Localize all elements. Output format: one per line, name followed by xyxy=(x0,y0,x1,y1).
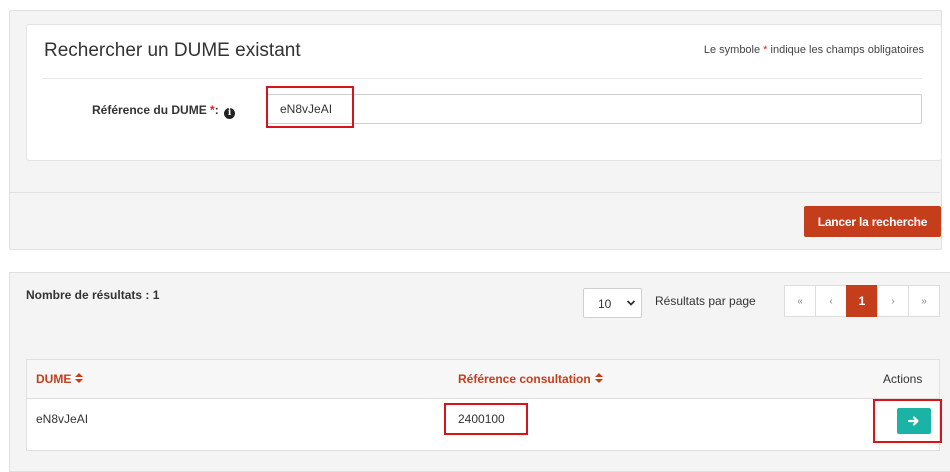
column-header-actions: Actions xyxy=(883,372,923,386)
chevron-down-icon xyxy=(626,296,636,313)
dume-reference-label: Référence du DUME *: i xyxy=(92,103,236,119)
table-header-divider xyxy=(27,398,939,399)
result-count: Nombre de résultats : 1 xyxy=(26,288,160,302)
search-title: Rechercher un DUME existant xyxy=(44,40,301,61)
first-page-button[interactable]: « xyxy=(784,285,816,317)
next-page-button[interactable]: › xyxy=(877,285,909,317)
arrow-right-icon xyxy=(908,415,920,427)
table-cell-reference: 2400100 xyxy=(458,412,505,426)
table-cell-dume: eN8vJeAI xyxy=(36,412,89,426)
prev-page-button[interactable]: ‹ xyxy=(815,285,847,317)
pagination: « ‹ 1 › » xyxy=(784,285,940,317)
open-dume-button[interactable] xyxy=(897,408,931,434)
search-button[interactable]: Lancer la recherche xyxy=(804,206,941,237)
per-page-select[interactable]: 10 xyxy=(583,288,642,318)
column-header-dume[interactable]: DUME xyxy=(36,372,84,386)
info-icon[interactable]: i xyxy=(224,108,236,119)
required-fields-note: Le symbole * indique les champs obligato… xyxy=(703,44,924,56)
dume-reference-input[interactable] xyxy=(266,94,922,124)
per-page-label: Résultats par page xyxy=(655,294,756,308)
per-page-value: 10 xyxy=(598,297,612,311)
sort-icon[interactable] xyxy=(75,373,84,385)
title-divider xyxy=(42,78,922,79)
column-header-reference[interactable]: Référence consultation xyxy=(458,372,603,386)
form-footer-divider xyxy=(10,192,940,193)
last-page-button[interactable]: » xyxy=(908,285,940,317)
current-page-button[interactable]: 1 xyxy=(846,285,878,317)
sort-icon[interactable] xyxy=(594,373,603,385)
